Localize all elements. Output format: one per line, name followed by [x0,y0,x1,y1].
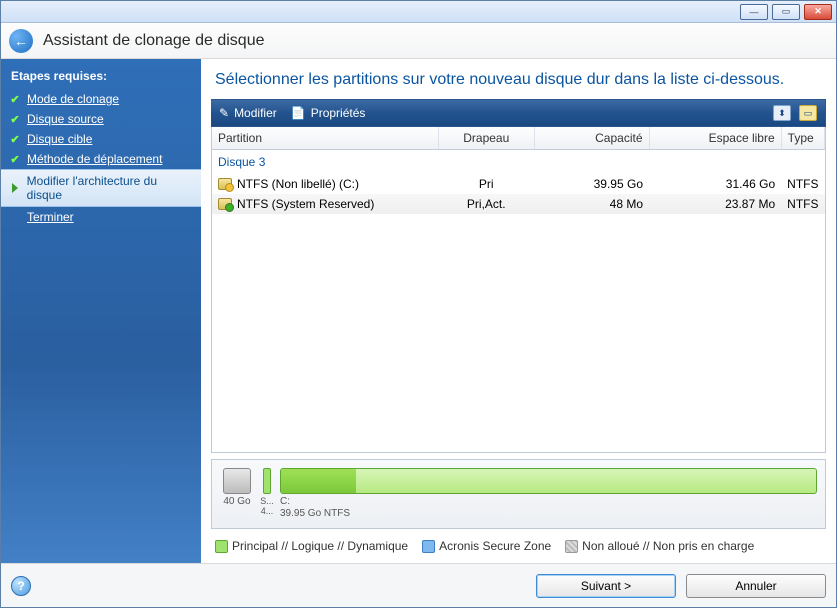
partition-free: 31.46 Go [649,174,781,194]
pmap-main-detail: 39.95 Go NTFS [280,508,817,520]
hdd-icon [223,468,251,494]
footer: ? Suivant > Annuler [1,563,836,607]
step-label: Terminer [27,210,74,224]
properties-icon: 📄 [291,106,306,120]
main-inner: ✎ Modifier 📄 Propriétés ⬍ ▭ [201,99,836,563]
partition-name: NTFS (Non libellé) (C:) [237,177,359,191]
col-flag[interactable]: Drapeau [438,127,534,150]
check-icon: ✔ [9,153,21,165]
minimize-button[interactable]: — [740,4,768,20]
disk-group-label: Disque 3 [212,150,825,175]
arrow-right-icon [9,182,21,194]
step-mode[interactable]: ✔ Mode de clonage [1,89,201,109]
partition-table-wrap: Partition Drapeau Capacité Espace libre … [211,127,826,453]
swatch-gray-icon [565,540,578,553]
legend: Principal // Logique // Dynamique Acroni… [211,533,826,563]
partition-flag: Pri,Act. [438,194,534,214]
pmap-disk: 40 Go [220,468,254,507]
check-icon: ✔ [9,113,21,125]
check-icon: ✔ [9,93,21,105]
partition-row[interactable]: NTFS (Non libellé) (C:) Pri 39.95 Go 31.… [212,174,825,194]
window: — ▭ ✕ ← Assistant de clonage de disque E… [0,0,837,608]
pmap-main-partition[interactable]: C: 39.95 Go NTFS [280,468,817,520]
step-label: Mode de clonage [27,92,119,106]
partition-capacity: 48 Mo [534,194,649,214]
col-capacity[interactable]: Capacité [534,127,649,150]
close-button[interactable]: ✕ [804,4,832,20]
properties-label: Propriétés [311,106,366,120]
body: Etapes requises: ✔ Mode de clonage ✔ Dis… [1,59,836,563]
help-button[interactable]: ? [11,576,31,596]
partition-table: Partition Drapeau Capacité Espace libre … [212,127,825,214]
pmap-sys-label-top: S... [260,496,274,506]
window-title: Assistant de clonage de disque [43,32,264,50]
window-chrome: — ▭ ✕ [1,1,836,23]
col-partition[interactable]: Partition [212,127,438,150]
properties-button[interactable]: 📄 Propriétés [291,106,366,120]
step-method[interactable]: ✔ Méthode de déplacement [1,149,201,169]
sidebar: Etapes requises: ✔ Mode de clonage ✔ Dis… [1,59,201,563]
step-label: Disque cible [27,132,92,146]
pmap-sys-partition[interactable]: S... 4... [262,468,272,516]
partition-flag: Pri [438,174,534,194]
step-target[interactable]: ✔ Disque cible [1,129,201,149]
disk-group-row[interactable]: Disque 3 [212,150,825,175]
cancel-button[interactable]: Annuler [686,574,826,598]
sidebar-header: Etapes requises: [1,65,201,89]
step-label: Méthode de déplacement [27,152,162,166]
main: Sélectionner les partitions sur votre no… [201,59,836,563]
pmap-main-bar [280,468,817,494]
swatch-green-icon [215,540,228,553]
partition-capacity: 39.95 Go [534,174,649,194]
partition-toolbar: ✎ Modifier 📄 Propriétés ⬍ ▭ [211,99,826,127]
edit-label: Modifier [234,106,277,120]
pencil-icon: ✎ [219,106,229,120]
maximize-button[interactable]: ▭ [772,4,800,20]
legend-unalloc: Non alloué // Non pris en charge [565,539,754,553]
col-free[interactable]: Espace libre [649,127,781,150]
check-icon: ✔ [9,133,21,145]
partition-type: NTFS [781,174,824,194]
step-source[interactable]: ✔ Disque source [1,109,201,129]
pmap-disk-size: 40 Go [223,496,250,507]
partition-icon [218,198,232,210]
legend-acronis: Acronis Secure Zone [422,539,551,553]
partition-map: 40 Go S... 4... C: 39.95 Go NTFS [211,459,826,529]
pmap-sys-label-bottom: 4... [261,506,274,516]
pmap-sys-bar [263,468,271,494]
step-architecture[interactable]: Modifier l'architecture du disque [1,169,201,207]
blank-icon [9,211,21,223]
partition-name: NTFS (System Reserved) [237,197,374,211]
partition-type: NTFS [781,194,824,214]
columns-button[interactable]: ⬍ [773,105,791,121]
headline: Sélectionner les partitions sur votre no… [201,59,836,99]
step-finish[interactable]: Terminer [1,207,201,227]
back-button[interactable]: ← [9,29,33,53]
step-label: Disque source [27,112,104,126]
partition-icon [218,178,232,190]
view-button[interactable]: ▭ [799,105,817,121]
edit-button[interactable]: ✎ Modifier [219,106,277,120]
col-type[interactable]: Type [781,127,824,150]
pmap-main-name: C: [280,496,817,508]
back-arrow-icon: ← [14,33,28,49]
step-label: Modifier l'architecture du disque [27,174,191,202]
swatch-blue-icon [422,540,435,553]
titlebar: ← Assistant de clonage de disque [1,23,836,59]
partition-free: 23.87 Mo [649,194,781,214]
next-button[interactable]: Suivant > [536,574,676,598]
partition-row[interactable]: NTFS (System Reserved) Pri,Act. 48 Mo 23… [212,194,825,214]
legend-principal: Principal // Logique // Dynamique [215,539,408,553]
